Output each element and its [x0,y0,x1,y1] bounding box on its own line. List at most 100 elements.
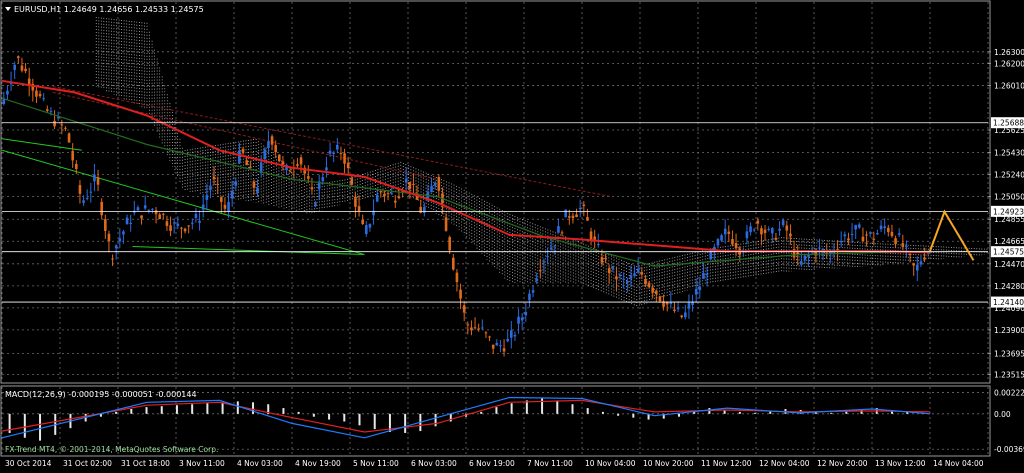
candle-body [310,187,314,190]
candle-body [771,228,774,234]
candle-body [357,206,361,212]
candle-body [546,255,549,257]
candle-body [314,203,317,206]
time-tick-label: 10 Nov 04:00 [585,459,636,468]
candle-body [800,261,803,265]
candle-body [894,238,897,245]
candle-body [267,141,270,149]
price-tick-label: 1.24280 [994,282,1024,291]
time-tick-label: 12 Nov 04:00 [759,459,810,468]
candle-body [183,228,187,232]
time-tick-label: 30 Oct 2014 [5,459,52,468]
candle-body [17,56,20,58]
candle-body [582,204,586,207]
candle-body [140,215,143,219]
candle-body [201,204,205,210]
candle-body [843,234,847,237]
candle-body [571,215,575,219]
candle-body [394,200,397,203]
candle-body [205,195,209,200]
candle-body [404,178,408,183]
candle-body [321,177,325,182]
candle-body [872,238,876,240]
candle-body [408,181,412,189]
candle-body [905,245,908,247]
candle-body [709,251,712,260]
candle-body [187,225,190,227]
candle-body [854,225,857,230]
time-tick-label: 10 Nov 20:00 [643,459,694,468]
candle-body [346,162,350,169]
candle-body [107,233,111,242]
candle-body [379,191,383,193]
time-tick-label: 14 Nov 04:00 [933,459,984,468]
candle-body [542,261,546,263]
candle-body [223,204,227,209]
candle-body [506,338,509,342]
candle-body [42,98,45,100]
candle-body [281,161,285,165]
candle-body [56,117,60,119]
candle-body [564,209,567,218]
candle-body [644,279,647,285]
candle-body [847,238,850,241]
candle-body [390,193,393,195]
candle-body [383,193,386,197]
candle-body [767,228,770,230]
candle-body [249,166,252,169]
time-tick-label: 6 Nov 03:00 [411,459,457,468]
price-tick-label: 1.23900 [994,326,1024,335]
time-tick-label: 31 Oct 02:00 [63,459,112,468]
candle-body [510,330,513,338]
macd-tick-label: 0.002221 [994,389,1024,398]
candle-body [234,181,238,186]
candle-body [861,236,865,242]
candle-body [452,257,455,270]
candle-body [615,276,618,280]
candle-body [296,164,299,166]
candle-body [100,201,103,216]
price-tick-label: 1.26300 [994,48,1024,57]
candle-body [444,217,448,231]
candle-body [520,317,524,321]
candle-body [136,207,140,211]
candle-body [789,233,792,237]
candle-body [600,257,604,263]
candle-body [350,178,354,185]
time-tick-label: 31 Oct 18:00 [121,459,170,468]
symbol-header: EURUSD,H1 1.24649 1.24656 1.24533 1.2457… [14,5,204,14]
candle-body [586,217,589,221]
candle-body [865,234,868,236]
candle-body [151,208,154,210]
candle-body [651,287,654,293]
candle-body [162,213,165,215]
candle-body [655,290,658,295]
candle-body [756,220,760,224]
chart-root[interactable]: 1.25688 1.24923 1.24575 1.24140 1.26300 1.26… [0,0,1024,469]
candle-body [85,198,89,200]
candle-body [488,336,491,338]
candle-body [96,177,100,185]
candle-body [368,223,372,228]
candle-body [781,220,785,226]
candle-body [114,245,118,249]
candle-body [466,324,470,326]
candle-body [212,176,216,179]
candle-body [669,302,673,304]
candle-body [24,68,27,72]
candle-body [919,261,923,265]
candle-body [20,65,24,71]
candle-body [419,206,422,213]
candle-body [495,342,499,346]
candle-body [568,216,571,218]
candle-body [665,302,669,305]
candle-body [375,194,379,202]
candle-body [270,136,274,145]
candle-body [180,227,183,229]
candle-body [618,274,622,276]
candle-body [604,257,607,259]
time-tick-label: 7 Nov 11:00 [527,459,573,468]
candle-body [437,177,441,191]
candle-body [535,278,538,282]
candle-body [912,263,915,266]
